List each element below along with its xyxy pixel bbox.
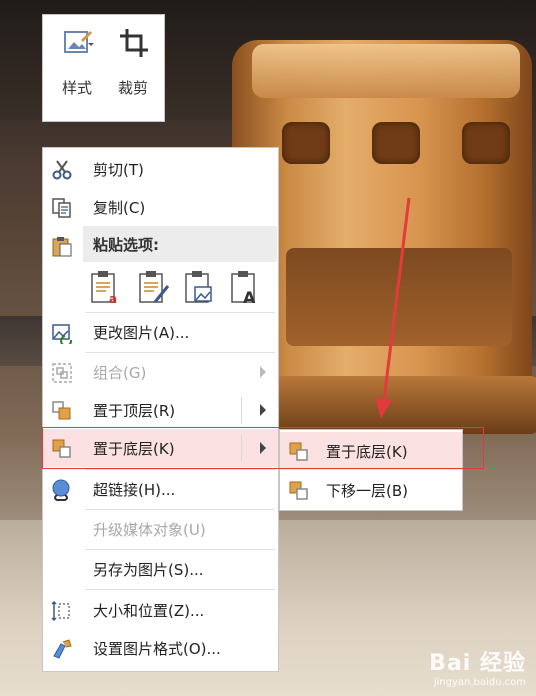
watermark: Bai 经验 jingyan.baidu.com xyxy=(429,645,526,688)
palette-icon xyxy=(64,30,94,53)
context-menu: 剪切(T) 复制(C) 粘贴选项: a A 更改图片(A)... 组合(G) 置… xyxy=(42,147,279,672)
crop-button[interactable]: 裁剪 xyxy=(107,15,159,121)
menu-item-format-picture[interactable]: 设置图片格式(O)... xyxy=(43,629,278,667)
menu-item-upgrade-media[interactable]: 升级媒体对象(U) xyxy=(43,510,278,548)
copy-icon xyxy=(52,198,71,218)
menu-label: 超链接(H)... xyxy=(93,481,176,499)
menu-label: 升级媒体对象(U) xyxy=(93,521,206,539)
crop-label: 裁剪 xyxy=(117,79,148,97)
paste-picture-icon[interactable] xyxy=(183,270,217,306)
size-icon xyxy=(51,600,70,622)
submenu-label: 置于底层(K) xyxy=(326,443,408,461)
split-divider xyxy=(241,397,242,423)
scissors-icon xyxy=(52,160,72,180)
mini-toolbar: 样式 裁剪 xyxy=(42,14,165,122)
watermark-url: jingyan.baidu.com xyxy=(433,677,526,688)
menu-item-copy[interactable]: 复制(C) xyxy=(43,188,278,226)
menu-separator xyxy=(85,589,275,590)
submenu-item-send-to-back[interactable]: 置于底层(K) xyxy=(280,432,462,470)
menu-label: 大小和位置(Z)... xyxy=(93,602,205,620)
menu-label: 复制(C) xyxy=(93,199,146,217)
send-back-icon xyxy=(52,439,71,458)
menu-item-change-picture[interactable]: 更改图片(A)... xyxy=(43,313,278,351)
change-picture-icon xyxy=(52,324,73,344)
menu-label: 更改图片(A)... xyxy=(93,324,190,342)
hyperlink-icon xyxy=(52,479,70,501)
svg-text:A: A xyxy=(243,288,256,306)
style-label: 样式 xyxy=(61,79,92,97)
menu-label: 组合(G) xyxy=(93,364,147,382)
paste-text-only-icon[interactable]: A xyxy=(229,270,263,306)
menu-label: 置于顶层(R) xyxy=(93,402,176,420)
menu-item-bring-to-front[interactable]: 置于顶层(R) xyxy=(43,391,278,429)
submenu-arrange: 置于底层(K) 下移一层(B) xyxy=(279,429,463,511)
submenu-arrow-icon xyxy=(260,366,266,378)
menu-item-group[interactable]: 组合(G) xyxy=(43,353,278,391)
style-button[interactable]: 样式 xyxy=(51,15,103,121)
clipboard-icon xyxy=(52,237,72,257)
menu-label: 置于底层(K) xyxy=(93,440,175,458)
menu-item-cut[interactable]: 剪切(T) xyxy=(43,150,278,188)
paste-options-label: 粘贴选项: xyxy=(93,236,159,254)
menu-item-save-as-picture[interactable]: 另存为图片(S)... xyxy=(43,550,278,588)
group-icon xyxy=(52,363,72,383)
paste-merge-formatting-icon[interactable] xyxy=(137,270,171,306)
submenu-arrow-icon[interactable] xyxy=(260,442,266,454)
submenu-item-send-backward[interactable]: 下移一层(B) xyxy=(280,471,462,509)
menu-item-hyperlink[interactable]: 超链接(H)... xyxy=(43,470,278,508)
crop-icon xyxy=(120,29,148,57)
svg-text:a: a xyxy=(109,292,117,306)
bring-front-icon xyxy=(52,401,71,420)
send-backward-icon xyxy=(289,481,308,500)
submenu-label: 下移一层(B) xyxy=(326,482,408,500)
paste-keep-formatting-icon[interactable]: a xyxy=(89,270,123,306)
paste-options-header: 粘贴选项: xyxy=(83,226,277,262)
format-picture-icon xyxy=(53,639,72,659)
menu-label: 剪切(T) xyxy=(93,161,144,179)
menu-label: 另存为图片(S)... xyxy=(93,561,204,579)
send-back-icon xyxy=(289,442,308,461)
menu-label: 设置图片格式(O)... xyxy=(93,640,221,658)
menu-item-send-to-back[interactable]: 置于底层(K) xyxy=(43,429,278,467)
submenu-arrow-icon[interactable] xyxy=(260,404,266,416)
watermark-brand: Bai 经验 xyxy=(429,651,526,676)
split-divider xyxy=(241,435,242,461)
menu-item-size-position[interactable]: 大小和位置(Z)... xyxy=(43,591,278,629)
